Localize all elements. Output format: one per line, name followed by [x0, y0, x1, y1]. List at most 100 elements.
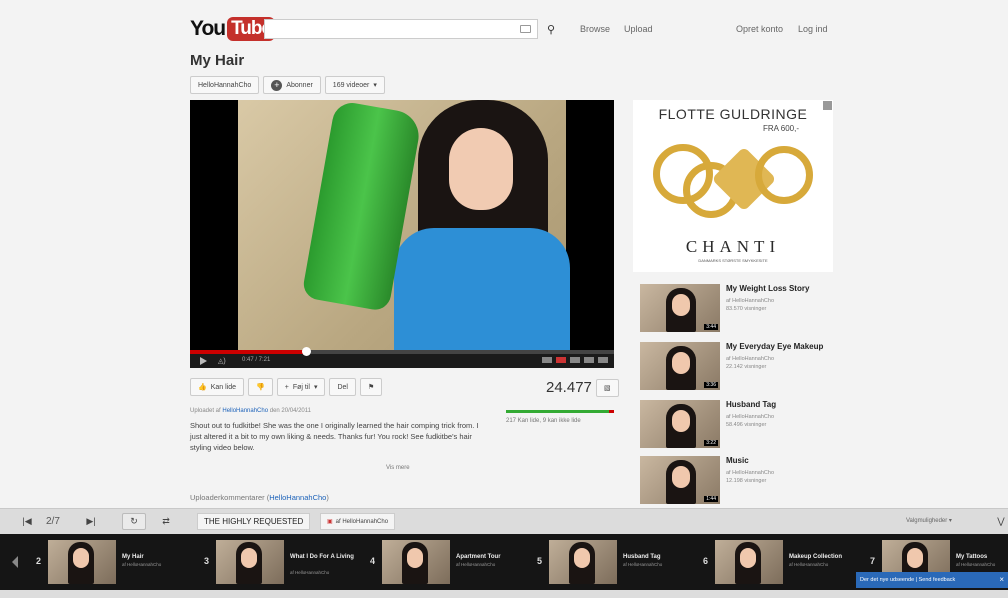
like-label: Kan lide	[210, 383, 237, 391]
playlist-name[interactable]: THE HIGHLY REQUESTED	[197, 513, 311, 530]
login-link[interactable]: Log ind	[798, 24, 828, 34]
chevron-down-icon: ▾	[948, 518, 952, 524]
popout-icon[interactable]	[570, 357, 580, 363]
related-views: 58.496 visninger	[726, 422, 767, 428]
thumbs-down-icon: 👎	[256, 384, 265, 391]
playlist-thumbnail	[216, 540, 284, 584]
related-video[interactable]: 3:22 Husband Tag af HelloHannahCho 58.496…	[640, 400, 840, 450]
browse-link[interactable]: Browse	[580, 24, 610, 34]
scroll-left-icon[interactable]	[12, 556, 18, 568]
playlist-toolbar: |◀ 2/7 ▶| ↻ ⇄ THE HIGHLY REQUESTED ▣ af H…	[0, 508, 1008, 534]
related-thumbnail[interactable]: 3:22	[640, 400, 720, 448]
feedback-banner[interactable]: Der det nye udseende | Send feedback ×	[856, 572, 1008, 588]
stats-button[interactable]: ▧	[596, 379, 619, 397]
related-thumbnail[interactable]: 1:44	[640, 456, 720, 504]
playlist-item[interactable]: 5 Husband Tag af HelloHannahCho	[537, 538, 703, 586]
video-duration: 3:22	[704, 440, 718, 446]
view-count: 24.477	[546, 379, 592, 396]
show-more-button[interactable]: Vis mere	[386, 465, 410, 471]
volume-icon[interactable]: ◬)	[218, 357, 226, 365]
search-button[interactable]: ⚲	[540, 19, 562, 39]
related-views: 12.198 visninger	[726, 478, 767, 484]
shuffle-icon[interactable]: ⇄	[154, 513, 178, 530]
page: You Tube ⚲ Browse Upload Opret konto Log…	[0, 0, 1008, 510]
next-icon[interactable]: ▶|	[80, 513, 102, 530]
video-title: My Hair	[190, 52, 245, 69]
playlist-thumbnail	[48, 540, 116, 584]
advertisement[interactable]: FLOTTE GULDRINGE FRA 600,- CHANTI DANMAR…	[633, 100, 833, 272]
related-title[interactable]: My Weight Loss Story	[726, 284, 809, 293]
related-title[interactable]: My Everyday Eye Makeup	[726, 342, 823, 351]
channel-button[interactable]: HelloHannahCho	[190, 76, 260, 94]
playlist-item-title: My Tattoos	[956, 554, 988, 560]
create-account-link[interactable]: Opret konto	[736, 24, 783, 34]
playlist-item-title: What I Do For A Living	[290, 554, 354, 560]
ratings-text: 217 Kan lide, 9 kan ikke lide	[506, 418, 581, 424]
related-title[interactable]: Music	[726, 456, 749, 465]
dislike-button[interactable]: 👎	[248, 378, 273, 396]
expand-icon[interactable]	[584, 357, 594, 363]
playlist-item-number: 7	[870, 556, 876, 566]
search-input[interactable]	[264, 19, 538, 39]
related-video[interactable]: 1:44 Music af HelloHannahCho 12.198 visni…	[640, 456, 840, 506]
action-bar: 👍 Kan lide 👎 + Føj til ▾ Del ⚑	[190, 378, 383, 396]
ad-price: FRA 600,-	[762, 124, 799, 133]
playlist-item-number: 6	[703, 556, 709, 566]
annotations-icon[interactable]	[542, 357, 552, 363]
playlist-item-number: 3	[204, 556, 210, 566]
options-label: Valgmuligheder	[906, 518, 948, 524]
keyboard-icon[interactable]	[520, 25, 531, 33]
video-duration: 1:44	[704, 496, 718, 502]
videos-dropdown[interactable]: 169 videoer ▾	[324, 76, 385, 94]
comments-uploader-link[interactable]: HelloHannahCho	[269, 493, 326, 502]
video-duration: 3:36	[704, 382, 718, 388]
youtube-logo[interactable]: You Tube	[190, 16, 276, 42]
previous-icon[interactable]: |◀	[16, 513, 38, 530]
playlist-by[interactable]: ▣ af HelloHannahCho	[320, 513, 396, 530]
playlist-item[interactable]: 4 Apartment Tour af HelloHannahCho	[370, 538, 536, 586]
close-icon[interactable]: ×	[999, 575, 1004, 584]
channel-name: HelloHannahCho	[198, 81, 252, 89]
share-button[interactable]: Del	[329, 378, 356, 396]
share-label: Del	[337, 383, 348, 391]
playlist-item[interactable]: 3 What I Do For A Living af HelloHannahC…	[204, 538, 370, 586]
progress-bar[interactable]	[190, 347, 614, 356]
playlist-by-label: af HelloHannahCho	[335, 518, 389, 525]
flag-button[interactable]: ⚑	[359, 378, 383, 396]
quality-icon[interactable]	[556, 357, 566, 363]
playlist-item[interactable]: 2 My Hair af HelloHannahCho	[36, 538, 202, 586]
upload-link[interactable]: Upload	[624, 24, 653, 34]
flag-icon: ⚑	[367, 384, 375, 391]
uploader-link[interactable]: HelloHannahCho	[222, 408, 268, 414]
playlist-item-title: Makeup Collection	[789, 554, 843, 560]
related-video[interactable]: 3:44 My Weight Loss Story af HelloHannah…	[640, 284, 840, 334]
chevron-down-icon: ▾	[373, 82, 377, 89]
autoplay-icon[interactable]: ↻	[122, 513, 146, 530]
related-title[interactable]: Husband Tag	[726, 400, 776, 409]
related-meta: af HelloHannahCho 58.496 visninger	[726, 413, 774, 429]
playlist-icon: ▣	[327, 519, 333, 525]
thumbs-up-icon: 👍	[198, 384, 207, 391]
subscribe-button[interactable]: + Abonner	[263, 76, 321, 94]
video-player[interactable]: ◬) 0:47 / 7:21	[190, 100, 614, 368]
uploader-comments-heading: Uploaderkommentarer (HelloHannahCho)	[190, 493, 329, 502]
stats-icon: ▧	[604, 385, 611, 392]
collapse-icon[interactable]: ⋁	[994, 513, 1008, 530]
related-thumbnail[interactable]: 3:44	[640, 284, 720, 332]
related-meta: af HelloHannahCho 83.570 visninger	[726, 297, 774, 313]
related-video[interactable]: 3:36 My Everyday Eye Makeup af HelloHann…	[640, 342, 840, 392]
play-icon[interactable]	[200, 357, 207, 365]
related-thumbnail[interactable]: 3:36	[640, 342, 720, 390]
playlist-item-by: af HelloHannahCho	[290, 570, 330, 575]
progress-knob[interactable]	[302, 347, 311, 356]
like-button[interactable]: 👍 Kan lide	[190, 378, 245, 396]
upload-date: den 20/04/2011	[268, 408, 311, 414]
add-to-button[interactable]: + Føj til ▾	[276, 378, 326, 396]
fullscreen-icon[interactable]	[598, 357, 608, 363]
related-by: af HelloHannahCho	[726, 298, 775, 304]
related-by: af HelloHannahCho	[726, 470, 775, 476]
ad-title: FLOTTE GULDRINGE	[658, 106, 808, 122]
playlist-item-number: 4	[370, 556, 376, 566]
playlist-item[interactable]: 6 Makeup Collection af HelloHannahCho	[703, 538, 869, 586]
options-dropdown[interactable]: Valgmuligheder ▾	[906, 517, 952, 524]
